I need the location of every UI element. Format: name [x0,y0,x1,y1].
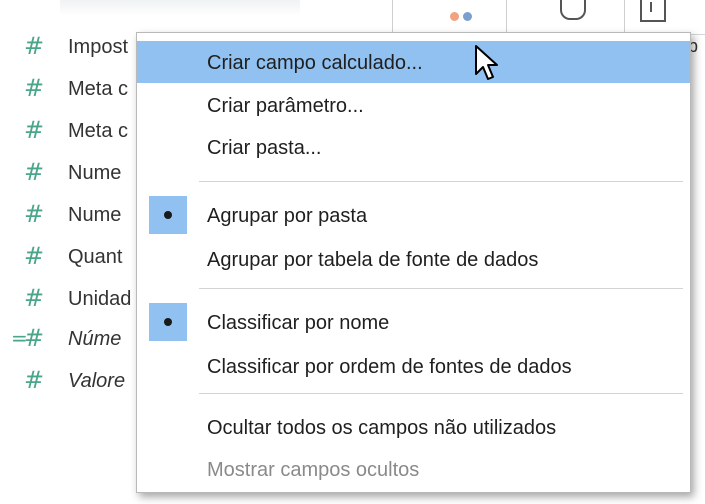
field-name: Impost [68,36,129,58]
menu-item-label: Classificar por ordem de fontes de dados [207,356,572,378]
field-name: Quant [68,246,123,268]
tableau-workspace: # Impost # Meta c # Meta c # Nume # Nume… [0,0,705,504]
measure-icon: # [24,200,45,228]
menu-item-create-calculated-field[interactable]: Criar campo calculado... [137,41,690,83]
toolbar-divider [506,0,507,34]
box-icon[interactable] [640,0,666,22]
scrolled-field-row [60,0,300,16]
menu-item-label: Agrupar por pasta [207,205,368,227]
measure-icon: # [24,366,45,394]
menu-item-label: Criar campo calculado... [207,52,423,74]
toolbar-divider [624,0,625,34]
menu-item-hide-unused-fields[interactable]: Ocultar todos os campos não utilizados [137,406,690,448]
measure-icon: # [24,74,45,102]
measure-icon: # [24,32,45,60]
menu-separator [199,181,683,182]
menu-item-label: Criar parâmetro... [207,95,364,117]
field-name: Unidad [68,288,132,310]
menu-item-create-parameter[interactable]: Criar parâmetro... [137,84,690,126]
menu-item-label: Ocultar todos os campos não utilizados [207,417,557,439]
measure-icon: # [24,242,45,270]
menu-item-label: Classificar por nome [207,312,390,334]
mouse-cursor-icon [475,45,498,80]
menu-item-sort-by-data-source-order[interactable]: Classificar por ordem de fontes de dados [137,345,690,387]
link-icon[interactable] [560,0,586,20]
menu-item-label: Criar pasta... [207,137,322,159]
menu-item-group-by-data-source-table[interactable]: Agrupar por tabela de fonte de dados [137,238,690,280]
measure-icon: # [24,284,45,312]
field-name: Meta c [68,78,129,100]
field-name: Nume [68,162,122,184]
measure-icon: # [24,116,45,144]
color-button[interactable] [422,0,478,34]
radio-selected-icon [149,196,187,234]
field-name: Valore [68,370,126,392]
menu-item-group-by-folder[interactable]: Agrupar por pasta [137,194,690,236]
menu-item-sort-by-name[interactable]: Classificar por nome [137,301,690,343]
measure-icon: # [24,158,45,186]
radio-selected-icon [149,303,187,341]
toolbar: p [392,0,705,56]
context-menu: Criar campo calculado... Criar parâmetro… [136,32,691,493]
menu-item-show-hidden-fields: Mostrar campos ocultos [137,448,690,490]
menu-item-label: Mostrar campos ocultos [207,459,420,481]
field-name: Meta c [68,120,129,142]
menu-separator [199,393,683,394]
calculated-measure-icon: # [11,324,44,352]
menu-item-create-folder[interactable]: Criar pasta... [137,126,690,168]
field-name: Núme [68,328,122,350]
menu-item-label: Agrupar por tabela de fonte de dados [207,249,539,271]
toolbar-divider [392,0,393,34]
menu-separator [199,288,683,289]
field-name: Nume [68,204,122,226]
